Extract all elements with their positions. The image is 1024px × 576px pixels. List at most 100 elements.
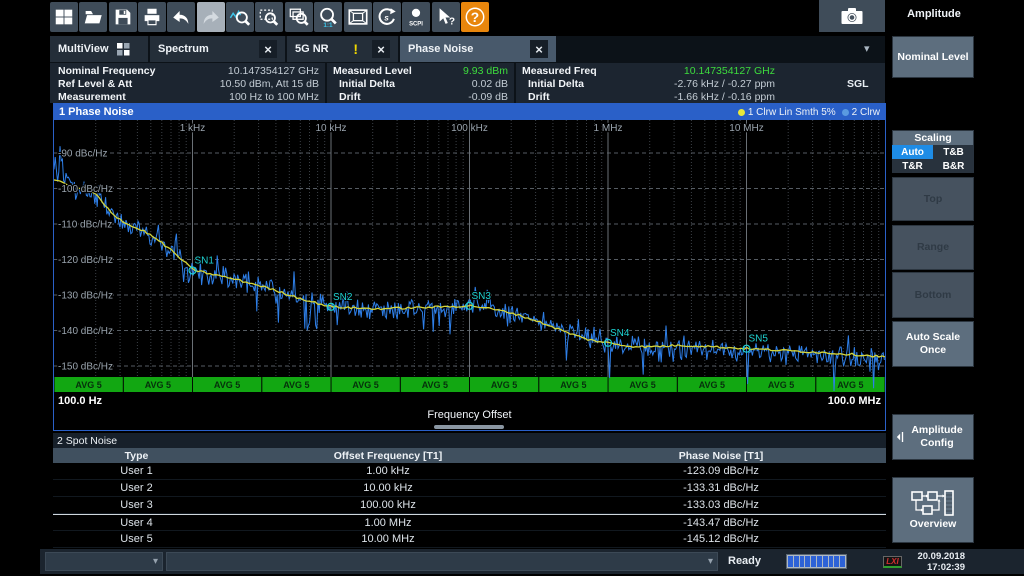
toolbar-continuous-sweep-button[interactable]: s [373, 2, 401, 32]
progress-segment [829, 556, 834, 567]
zoom-multi-icon [288, 6, 310, 28]
status-bar: ▾ ▾ Ready LXI 20.09.2018 17:02:39 [40, 549, 1024, 574]
tab-multiview[interactable]: MultiView [50, 36, 148, 62]
tab-spectrum[interactable]: Spectrum× [150, 36, 285, 62]
softkey-overview[interactable]: Overview [892, 477, 974, 543]
date-time-display: 20.09.2018 17:02:39 [903, 551, 965, 573]
scaling-option-br[interactable]: B&R [933, 159, 974, 173]
svg-text:SN4: SN4 [610, 328, 630, 339]
toolbar-scpi-button[interactable]: SCPI [402, 2, 430, 32]
status-dropdown-left[interactable]: ▾ [45, 552, 163, 571]
spot-noise-row-user-5[interactable]: User 510.00 MHz-145.12 dBc/Hz [53, 531, 886, 548]
col-header-offset-frequency: Offset Frequency [T1] [220, 448, 556, 463]
type-cell: User 1 [53, 463, 220, 479]
softkey-label: Bottom [915, 289, 952, 302]
offset-frequency-cell: 100.00 kHz [220, 497, 556, 513]
info-label: Drift [528, 91, 550, 103]
multiview-grid-icon [117, 43, 130, 56]
chevron-down-icon: ▾ [153, 556, 158, 567]
info-value: 10.50 dBm, Att 15 dB [220, 78, 319, 90]
svg-text:?: ? [471, 10, 479, 25]
overview-flow-icon [911, 490, 955, 516]
tab-5g-nr[interactable]: 5G NR!× [287, 36, 398, 62]
svg-text:-150 dBc/Hz: -150 dBc/Hz [58, 362, 113, 373]
svg-text:AVG 5: AVG 5 [837, 380, 863, 390]
info-label: Measured Level [333, 65, 412, 77]
svg-text:10 MHz: 10 MHz [729, 123, 763, 134]
progress-segment [840, 556, 845, 567]
toolbar-zoom-multi-button[interactable] [285, 2, 313, 32]
tab-label: MultiView [58, 43, 109, 55]
scaling-option-tb[interactable]: T&B [933, 145, 974, 159]
phase-noise-cell: -143.47 dBc/Hz [556, 515, 886, 530]
phase-noise-cell: -133.03 dBc/Hz [556, 497, 886, 513]
tab-phase-noise[interactable]: Phase Noise× [400, 36, 556, 62]
screenshot-camera-button[interactable] [819, 0, 885, 32]
offset-frequency-cell: 1.00 kHz [220, 463, 556, 479]
trace-dot-icon [738, 109, 745, 116]
phase-noise-titlebar[interactable]: 1 Phase Noise 1 Clrw Lin Smth 5%2 Clrw [54, 104, 885, 120]
spot-noise-row-user-2[interactable]: User 210.00 kHz-133.31 dBc/Hz [53, 480, 886, 497]
toolbar-zoom-selection-button[interactable] [255, 2, 283, 32]
scaling-option-tr[interactable]: T&R [892, 159, 933, 173]
info-column-3: Measured Freq10.147354127 GHzInitial Del… [514, 63, 885, 103]
warning-icon: ! [353, 41, 358, 57]
info-value: 100 Hz to 100 MHz [229, 91, 319, 103]
ready-status-label: Ready [728, 555, 761, 567]
toolbar-zoom-trace-button[interactable] [226, 2, 254, 32]
col-header-type: Type [53, 448, 220, 463]
svg-text:-140 dBc/Hz: -140 dBc/Hz [58, 326, 113, 337]
camera-icon [839, 4, 865, 28]
svg-text:-90 dBc/Hz: -90 dBc/Hz [58, 149, 107, 160]
multiview-grid-icon [117, 43, 130, 56]
svg-text:1:1: 1:1 [324, 22, 334, 28]
lxi-icon: LXI [883, 556, 902, 568]
spot-noise-table-header: Type Offset Frequency [T1] Phase Noise [… [53, 448, 886, 463]
info-column-2: Measured Level9.93 dBmInitial Delta0.02 … [325, 63, 514, 103]
trace-legend: 1 Clrw Lin Smth 5%2 Clrw [738, 107, 880, 118]
softkey-nominal-level[interactable]: Nominal Level [892, 36, 974, 78]
info-label: Initial Delta [339, 78, 395, 90]
svg-text:AVG 5: AVG 5 [560, 380, 586, 390]
toolbar-print-button[interactable] [138, 2, 166, 32]
progress-segment [794, 556, 799, 567]
info-label: Ref Level & Att [58, 78, 132, 90]
toolbar-save-button[interactable] [109, 2, 137, 32]
progress-segment [805, 556, 810, 567]
softkey-auto-scale-once[interactable]: Auto Scale Once [892, 321, 974, 367]
close-icon[interactable]: × [372, 40, 390, 58]
phase-noise-title: 1 Phase Noise [59, 106, 134, 118]
x-axis-start-label: 100.0 Hz [58, 395, 102, 407]
display-frame-icon [347, 6, 369, 28]
close-icon[interactable]: × [259, 40, 277, 58]
spot-noise-row-user-1[interactable]: User 11.00 kHz-123.09 dBc/Hz [53, 463, 886, 480]
window-splitter-handle[interactable] [434, 425, 504, 429]
info-value: -1.66 kHz / -0.16 ppm [674, 91, 775, 103]
toolbar-open-button[interactable] [79, 2, 107, 32]
info-label: Nominal Frequency [58, 65, 155, 77]
toolbar-zoom-1-1-button[interactable]: 1:1 [314, 2, 342, 32]
type-cell: User 5 [53, 531, 220, 547]
close-icon[interactable]: × [530, 40, 548, 58]
info-row: Initial Delta-2.76 kHz / -0.27 ppm [516, 77, 885, 90]
svg-text:AVG 5: AVG 5 [352, 380, 378, 390]
softkey-amplitude-config[interactable]: Amplitude Config [892, 414, 974, 460]
spot-noise-row-user-4[interactable]: User 41.00 MHz-143.47 dBc/Hz [53, 514, 886, 531]
toolbar-windows-button[interactable] [50, 2, 78, 32]
spot-noise-row-user-3[interactable]: User 3100.00 kHz-133.03 dBc/Hz [53, 497, 886, 514]
softkey-label: Auto Scale Once [895, 331, 971, 357]
tab-overflow-chevron-down-icon[interactable]: ▾ [864, 42, 870, 55]
progress-segment [788, 556, 793, 567]
toolbar-help-button[interactable]: ? [461, 2, 489, 32]
toolbar-display-frame-button[interactable] [344, 2, 372, 32]
zoom-1-1-icon: 1:1 [317, 6, 339, 28]
status-message-dropdown[interactable]: ▾ [166, 552, 718, 571]
phase-noise-chart[interactable]: AVG 5AVG 5AVG 5AVG 5AVG 5AVG 5AVG 5AVG 5… [54, 120, 885, 393]
scpi-icon: SCPI [405, 6, 427, 28]
open-icon [82, 6, 104, 28]
scaling-option-auto[interactable]: Auto [892, 145, 933, 159]
softkey-label: Top [924, 193, 942, 206]
toolbar-context-help-button[interactable]: ? [432, 2, 460, 32]
date-label: 20.09.2018 [903, 551, 965, 562]
toolbar-undo-button[interactable] [167, 2, 195, 32]
